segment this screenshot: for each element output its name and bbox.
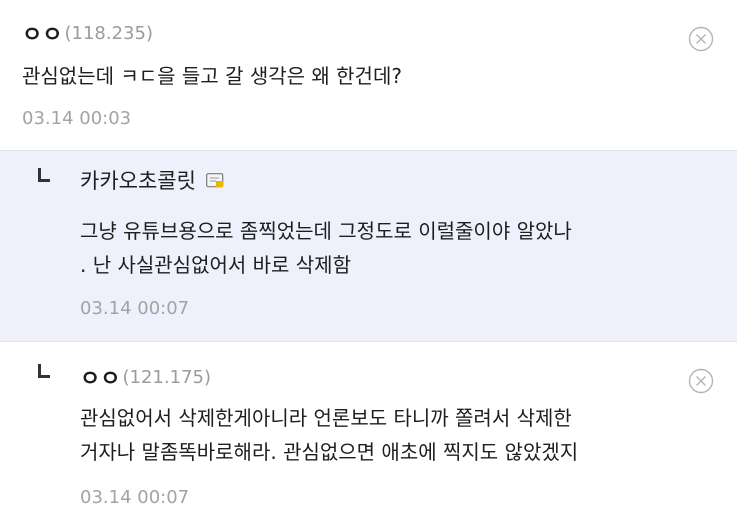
comment-text: 그냥 유튜브용으로 좀찍었는데 그정도로 이럴줄이야 알았나 . 난 사실관심없…: [80, 219, 572, 277]
author-ip: (118.235): [64, 22, 153, 44]
reply-arrow-icon: [38, 364, 50, 378]
comment-time: 03.14 00:07: [80, 487, 190, 508]
comment-time: 03.14 00:07: [80, 298, 190, 319]
reply-arrow-icon: [38, 168, 50, 182]
close-circle-icon[interactable]: [688, 368, 714, 394]
author-nick[interactable]: 카카오초콜릿: [80, 165, 196, 195]
fixed-nick-badge-icon: [206, 172, 224, 187]
close-circle-icon[interactable]: [688, 26, 714, 52]
reply-item: ㅇㅇ (121.175) 관심없어서 삭제한게아니라 언론보도 타니까 쫄려서 …: [0, 341, 737, 516]
author-ip: (121.175): [122, 366, 211, 388]
reply-item: 카카오초콜릿 그냥 유튜브용으로 좀찍었는데 그정도로 이럴줄이야 알았나 . …: [0, 150, 737, 341]
comment-author: ㅇㅇ (121.175): [80, 361, 211, 393]
author-nick[interactable]: ㅇㅇ: [22, 17, 62, 49]
comment-time: 03.14 00:03: [22, 108, 132, 129]
author-nick[interactable]: ㅇㅇ: [80, 361, 120, 393]
comment-author: ㅇㅇ (118.235): [22, 17, 153, 49]
comment-text: 관심없어서 삭제한게아니라 언론보도 타니까 쫄려서 삭제한 거자나 말좀똑바로…: [80, 406, 579, 464]
comment-text: 관심없는데 ㅋㄷ을 들고 갈 생각은 왜 한건데?: [22, 64, 402, 88]
comment-item: ㅇㅇ (118.235) 관심없는데 ㅋㄷ을 들고 갈 생각은 왜 한건데? 0…: [0, 0, 737, 150]
comment-author: 카카오초콜릿: [80, 165, 224, 195]
